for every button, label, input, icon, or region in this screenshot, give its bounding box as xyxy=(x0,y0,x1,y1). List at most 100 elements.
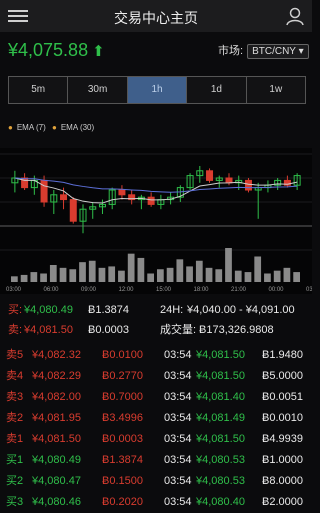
order-tamount: Ƀ0.0010 xyxy=(262,412,303,424)
market-summary: 买: ¥4,080.49 Ƀ1.3874 24H: ¥4,040.00 - ¥4… xyxy=(0,300,312,340)
x-tick-label: 06:00 xyxy=(44,287,60,293)
x-tick-label: 03:00 xyxy=(306,287,312,293)
order-tamount: Ƀ2.0000 xyxy=(262,496,303,508)
order-time: 03:54 xyxy=(164,370,192,382)
order-row[interactable]: 买2 ¥4,080.47 Ƀ0.1500 03:54 ¥4,080.53 Ƀ8.0000 xyxy=(0,471,312,492)
volume-bar xyxy=(108,266,116,282)
order-tprice: ¥4,081.50 xyxy=(196,370,245,382)
volume-value: Ƀ173,326.9808 xyxy=(199,324,274,336)
x-tick-label: 12:00 xyxy=(119,287,135,293)
volume-bar xyxy=(195,260,203,282)
order-tamount: Ƀ0.0051 xyxy=(262,391,303,403)
x-tick-label: 09:00 xyxy=(81,287,97,293)
candle-body xyxy=(118,189,126,196)
order-price: ¥4,080.49 xyxy=(32,454,81,466)
market-dropdown[interactable]: BTC/CNY ▾ xyxy=(247,44,309,59)
order-side: 卖5 xyxy=(6,349,24,361)
volume-bar xyxy=(283,267,291,282)
volume-bar xyxy=(215,269,223,282)
order-amount: Ƀ0.1500 xyxy=(102,475,143,487)
up-arrow-icon: ⬆ xyxy=(92,43,105,60)
volume-bar xyxy=(59,267,67,282)
market-selector[interactable]: 市场: BTC/CNY ▾ xyxy=(218,42,309,59)
legend-ema7: EMA (7) xyxy=(16,123,46,132)
legend-ema30: EMA (30) xyxy=(60,123,95,132)
buy-label: 买: xyxy=(8,304,23,316)
candle-body xyxy=(244,179,252,191)
order-row[interactable]: 卖5 ¥4,082.32 Ƀ0.0100 03:54 ¥4,081.50 Ƀ1.9480 xyxy=(0,345,312,366)
order-side: 卖3 xyxy=(6,391,24,403)
volume-label: 成交量: xyxy=(160,324,197,336)
order-book: 卖5 ¥4,082.32 Ƀ0.0100 03:54 ¥4,081.50 Ƀ1.9480 卖… xyxy=(0,345,312,509)
volume-bar xyxy=(40,273,47,282)
tab-30m[interactable]: 30m xyxy=(68,77,128,103)
chart-legend: ● EMA (7) ● EMA (30) xyxy=(8,123,98,132)
order-row[interactable]: 卖3 ¥4,082.00 Ƀ0.7000 03:54 ¥4,081.40 Ƀ0.0051 xyxy=(0,387,312,408)
interval-tabs: 5m 30m 1h 1d 1w xyxy=(8,76,306,104)
range-value: ¥4,040.00 - ¥4,091.00 xyxy=(187,304,295,316)
tab-1h[interactable]: 1h xyxy=(127,77,188,103)
order-price: ¥4,081.95 xyxy=(32,412,81,424)
volume-bar xyxy=(79,262,86,282)
volume-bar xyxy=(20,274,28,282)
order-side: 卖4 xyxy=(6,370,24,382)
order-amount: Ƀ0.0003 xyxy=(102,433,143,445)
volume-bar xyxy=(69,269,77,282)
order-tamount: Ƀ1.0000 xyxy=(262,454,303,466)
legend-dot: ● xyxy=(51,123,57,132)
sell-price: ¥4,081.50 xyxy=(24,324,73,336)
volume-bar xyxy=(30,272,38,282)
order-row[interactable]: 买3 ¥4,080.46 Ƀ0.2020 03:54 ¥4,080.40 Ƀ2.0000 xyxy=(0,492,312,513)
candlestick-chart[interactable]: 03:00 06:00 09:00 12:00 15:00 18:00 21:00 00:00… xyxy=(0,148,312,294)
tab-1d[interactable]: 1d xyxy=(187,77,247,103)
order-amount: Ƀ0.2770 xyxy=(102,370,143,382)
x-tick-label: 15:00 xyxy=(156,287,172,293)
page-title: 交易中心主页 xyxy=(114,10,198,26)
candle-body xyxy=(40,179,48,203)
volume-bar xyxy=(49,265,57,282)
legend-dot: ● xyxy=(8,123,13,132)
volume-bar xyxy=(254,256,262,282)
sell-amount: Ƀ0.0003 xyxy=(88,324,129,336)
volume-bar xyxy=(273,270,281,282)
volume-bar xyxy=(98,267,106,282)
order-time: 03:54 xyxy=(164,349,192,361)
volume-bar xyxy=(157,269,164,282)
order-tamount: Ƀ4.9939 xyxy=(262,433,303,445)
order-time: 03:54 xyxy=(164,412,192,424)
order-side: 买3 xyxy=(6,496,24,508)
tab-5m[interactable]: 5m xyxy=(9,77,69,103)
volume-bar xyxy=(234,270,242,282)
volume-bar xyxy=(88,260,96,282)
order-row[interactable]: 卖2 ¥4,081.95 Ƀ3.4996 03:54 ¥4,081.49 Ƀ0.0010 xyxy=(0,408,312,429)
volume-bar xyxy=(137,257,145,282)
volume-bar xyxy=(205,267,213,282)
order-price: ¥4,080.46 xyxy=(32,496,81,508)
volume-bar xyxy=(147,273,154,282)
order-row[interactable]: 卖4 ¥4,082.29 Ƀ0.2770 03:54 ¥4,081.50 Ƀ5.0000 xyxy=(0,366,312,387)
order-amount: Ƀ0.7000 xyxy=(102,391,143,403)
user-icon[interactable] xyxy=(285,6,305,26)
price-value: ¥4,075.88 xyxy=(8,40,89,60)
market-label: 市场: xyxy=(218,45,244,57)
volume-bar xyxy=(118,270,125,282)
x-tick-label: 00:00 xyxy=(269,287,285,293)
x-tick-label: 18:00 xyxy=(194,287,210,293)
x-tick-label: 03:00 xyxy=(6,287,22,293)
volume-bar xyxy=(166,267,174,282)
order-time: 03:54 xyxy=(164,454,192,466)
order-amount: Ƀ0.2020 xyxy=(102,496,143,508)
tab-1w[interactable]: 1w xyxy=(246,77,306,103)
order-row[interactable]: 卖1 ¥4,081.50 Ƀ0.0003 03:54 ¥4,081.50 Ƀ4.9939 xyxy=(0,429,312,450)
order-tamount: Ƀ8.0000 xyxy=(262,475,303,487)
order-price: ¥4,082.00 xyxy=(32,391,81,403)
order-price: ¥4,080.47 xyxy=(32,475,81,487)
candle-body xyxy=(69,199,77,222)
order-price: ¥4,081.50 xyxy=(32,433,81,445)
volume-bar xyxy=(186,266,193,282)
candle-body xyxy=(60,194,68,201)
volume-bar xyxy=(127,253,135,282)
order-row[interactable]: 买1 ¥4,080.49 Ƀ1.3874 03:54 ¥4,080.53 Ƀ1.0000 xyxy=(0,450,312,471)
order-time: 03:54 xyxy=(164,475,192,487)
volume-bar xyxy=(293,272,300,282)
